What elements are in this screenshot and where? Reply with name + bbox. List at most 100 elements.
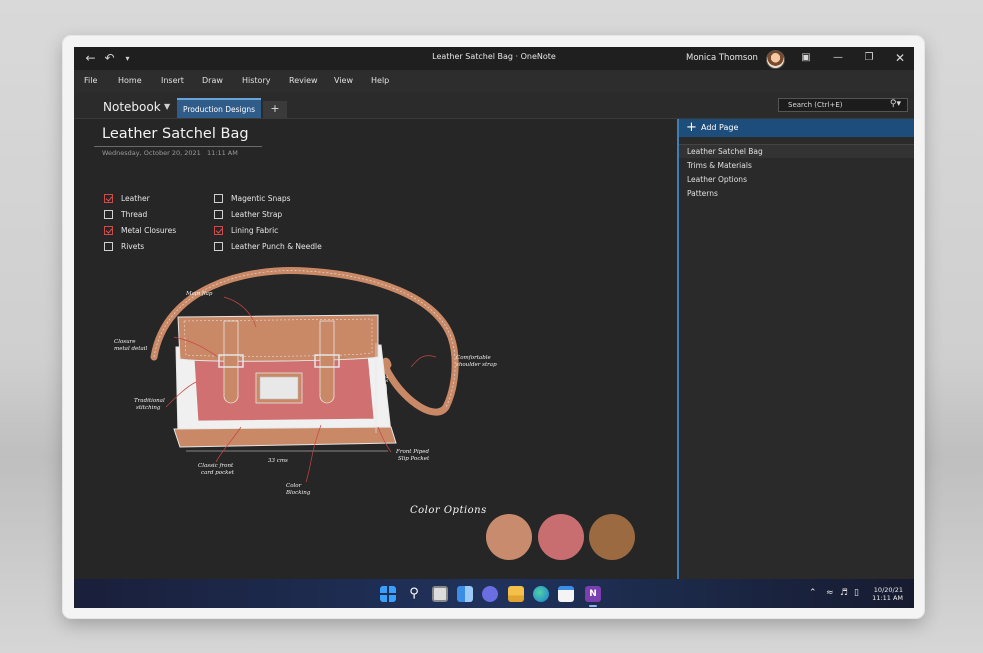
tab-production-designs[interactable]: Production Designs [177, 98, 261, 118]
menu-home[interactable]: Home [118, 76, 142, 85]
annotation-strap-2: shoulder strap [456, 362, 497, 368]
checklist-label: Leather Strap [231, 210, 283, 219]
onenote-icon[interactable]: N [585, 586, 601, 602]
page-item-label: Leather Satchel Bag [687, 147, 763, 156]
page-item-patterns[interactable]: Patterns [679, 187, 914, 200]
annotation-color-2: Blocking [285, 490, 311, 496]
title-bar: ← ↶ ▾ Leather Satchel Bag · OneNote Moni… [74, 47, 914, 70]
section-tab-bar: Notebook ▼ Production Designs + Search (… [74, 92, 914, 119]
search-icon[interactable]: ⚲▾ [890, 99, 901, 109]
search-placeholder: Search (Ctrl+E) [788, 101, 843, 109]
tab-label: Production Designs [182, 105, 256, 114]
title-divider [94, 146, 262, 147]
annotation-stitching-2: stitching [136, 405, 161, 411]
annotation-height: 23 cms [382, 374, 388, 395]
annotation-closure: Closure [114, 339, 136, 345]
pages-pane: + Add Page Leather Satchel Bag Trims & M… [677, 119, 914, 579]
page-date: Wednesday, October 20, 2021 [102, 149, 201, 157]
teams-chat-icon[interactable] [482, 586, 498, 602]
taskbar: ⚲ N ⌃ ≈ ♬ ▯ 10/20/21 11:11 AM [74, 579, 914, 608]
page-item-label: Trims & Materials [687, 161, 752, 170]
checklist-label: Leather [121, 194, 150, 203]
checklist-label: Rivets [121, 242, 145, 251]
annotation-slip-pocket: Front Piped [395, 449, 429, 455]
chevron-up-icon[interactable]: ⌃ [809, 588, 817, 598]
page-title[interactable]: Leather Satchel Bag [102, 126, 249, 142]
page-item-leather-options[interactable]: Leather Options [679, 173, 914, 186]
notebook-name[interactable]: Notebook [103, 100, 161, 114]
task-view-icon[interactable] [432, 586, 448, 602]
clock-time: 11:11 AM [872, 594, 903, 602]
buckle-strap-right [319, 320, 335, 404]
checklist-label: Lining Fabric [231, 226, 279, 235]
checklist-label: Metal Closures [121, 226, 177, 235]
close-icon[interactable]: ✕ [892, 50, 908, 66]
buckle-strap-left [223, 320, 239, 404]
search-input[interactable]: Search (Ctrl+E) ⚲▾ [778, 98, 908, 112]
minimize-icon[interactable]: — [830, 50, 846, 66]
color-swatch-tan[interactable] [486, 514, 532, 560]
annotation-front-pocket: Classic front [198, 463, 234, 469]
checkbox-checked[interactable] [104, 194, 113, 203]
add-page-label: Add Page [701, 123, 739, 132]
checklist-label: Thread [121, 210, 148, 219]
search-icon[interactable]: ⚲ [406, 586, 422, 602]
page-item-label: Patterns [687, 189, 718, 198]
annotation-stitching: Traditional [134, 398, 165, 404]
checkbox-checked[interactable] [214, 226, 223, 235]
add-page-button[interactable]: + Add Page [679, 119, 914, 137]
annotation-color: Color [286, 483, 302, 489]
page-item-trims-materials[interactable]: Trims & Materials [679, 159, 914, 172]
menu-history[interactable]: History [242, 76, 270, 85]
color-swatch-brown[interactable] [589, 514, 635, 560]
page-canvas[interactable]: Leather Satchel Bag Wednesday, October 2… [74, 119, 677, 579]
color-options-title: Color Options [410, 505, 487, 516]
checkbox[interactable] [214, 242, 223, 251]
main-flap [177, 314, 379, 362]
store-icon[interactable] [558, 586, 574, 602]
restore-icon[interactable]: ❐ [861, 50, 877, 66]
volume-icon[interactable]: ♬ [840, 588, 848, 598]
edge-icon[interactable] [533, 586, 549, 602]
file-explorer-icon[interactable] [508, 586, 524, 602]
annotation-closure-2: metal detail [114, 346, 147, 352]
page-timestamp: Wednesday, October 20, 2021 11:11 AM [102, 149, 238, 157]
checkbox[interactable] [214, 194, 223, 203]
windows-start-icon[interactable] [380, 586, 396, 602]
checklist-label: Leather Punch & Needle [231, 242, 322, 251]
card-window-inner [259, 376, 299, 400]
taskbar-clock[interactable]: 10/20/21 11:11 AM [869, 586, 903, 602]
menu-file[interactable]: File [84, 76, 97, 85]
menu-review[interactable]: Review [289, 76, 318, 85]
menu-help[interactable]: Help [371, 76, 389, 85]
satchel-sketch[interactable]: Main flap Closure metal detail Tradition… [106, 257, 526, 517]
battery-icon[interactable]: ▯ [854, 588, 859, 598]
page-item-label: Leather Options [687, 175, 747, 184]
wifi-icon[interactable]: ≈ [826, 588, 834, 598]
onenote-window: ← ↶ ▾ Leather Satchel Bag · OneNote Moni… [74, 47, 914, 608]
checkbox[interactable] [214, 210, 223, 219]
page-item-leather-satchel-bag[interactable]: Leather Satchel Bag [679, 144, 914, 158]
annotation-strap: Comfortable [456, 355, 491, 361]
user-name[interactable]: Monica Thomson [686, 53, 758, 63]
color-swatch-pink[interactable] [538, 514, 584, 560]
menu-view[interactable]: View [334, 76, 353, 85]
annotation-main-flap: Main flap [185, 291, 213, 297]
widgets-icon[interactable] [457, 586, 473, 602]
ribbon-display-icon[interactable]: ▣ [798, 50, 814, 66]
avatar[interactable] [766, 50, 785, 69]
checkbox[interactable] [104, 210, 113, 219]
menu-draw[interactable]: Draw [202, 76, 223, 85]
chevron-down-icon[interactable]: ▼ [164, 102, 170, 111]
annotation-slip-pocket-2: Slip Pocket [398, 456, 430, 462]
menu-bar: File Home Insert Draw History Review Vie… [74, 70, 914, 92]
clock-date: 10/20/21 [873, 586, 903, 594]
add-section-button[interactable]: + [263, 101, 287, 118]
menu-insert[interactable]: Insert [161, 76, 184, 85]
page-time: 11:11 AM [207, 149, 238, 157]
bag-base [173, 426, 397, 448]
checkbox-checked[interactable] [104, 226, 113, 235]
checkbox[interactable] [104, 242, 113, 251]
active-app-indicator [589, 605, 597, 607]
annotation-width: 33 cms [268, 458, 288, 464]
